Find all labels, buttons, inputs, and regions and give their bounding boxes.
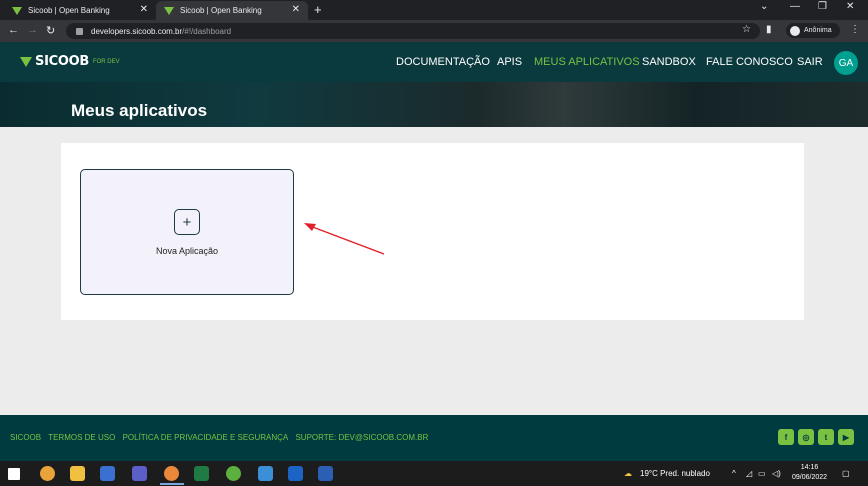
volume-icon[interactable]: ◁) (772, 469, 781, 478)
reload-icon[interactable]: ↻ (46, 24, 55, 37)
page-title: Meus aplicativos (71, 101, 208, 120)
apps-panel: + Nova Aplicação (61, 143, 804, 320)
menu-dots-icon[interactable]: ⋮ (850, 24, 860, 35)
active-indicator (160, 483, 184, 485)
page-hero: Meus aplicativos (0, 82, 868, 127)
logo-mark-icon (20, 56, 32, 67)
back-icon[interactable]: ← (8, 24, 19, 36)
tab-search-icon[interactable]: ⌄ (760, 1, 768, 12)
avatar[interactable]: GA (834, 51, 858, 75)
app-blue-icon[interactable] (258, 466, 273, 481)
browser-tab-2[interactable]: Sicoob | Open Banking ✕ (156, 1, 308, 20)
chrome-incognito-icon[interactable] (164, 466, 179, 481)
profile-label: Anônima (804, 27, 832, 34)
tab-strip: Sicoob | Open Banking ✕ Sicoob | Open Ba… (0, 0, 868, 20)
new-app-label: Nova Aplicação (155, 246, 219, 256)
nav-documentacao[interactable]: DOCUMENTAÇÃO (396, 56, 490, 68)
maximize-icon[interactable]: ❐ (818, 1, 827, 12)
system-clock[interactable]: 14:16 09/06/2022 (792, 463, 827, 483)
nav-meus-aplicativos[interactable]: MEUS APLICATIVOS (534, 56, 640, 68)
footer-link-privacy[interactable]: POLÍTICA DE PRIVACIDADE E SEGURANÇA (123, 433, 289, 442)
incognito-icon (790, 25, 800, 36)
tab-title: Sicoob | Open Banking (28, 6, 110, 15)
sicoob-favicon-icon (12, 6, 22, 15)
notifications-icon[interactable]: ▢ (842, 469, 850, 478)
windows-taskbar: ☁ 19°C Pred. nublado ^ ◿ ▭ ◁) 14:16 09/0… (0, 461, 868, 486)
network-icon[interactable]: ◿ (746, 469, 752, 478)
footer-link-terms[interactable]: TERMOS DE USO (48, 433, 115, 442)
window-close-icon[interactable]: ✕ (846, 1, 854, 12)
star-icon[interactable]: ☆ (742, 24, 751, 35)
nav-apis[interactable]: APIS (497, 56, 522, 68)
windows-start-icon[interactable] (8, 468, 20, 480)
nav-sair[interactable]: SAIR (797, 56, 823, 68)
logo-subtitle: FOR DEV (92, 58, 120, 65)
teams-icon[interactable] (132, 466, 147, 481)
youtube-icon[interactable]: ▶ (838, 429, 854, 445)
instagram-icon[interactable]: ◎ (798, 429, 814, 445)
nav-fale-conosco[interactable]: FALE CONOSCO (706, 56, 793, 68)
profile-button[interactable]: Anônima (786, 23, 840, 38)
browser-tab-1[interactable]: Sicoob | Open Banking ✕ (4, 1, 156, 20)
new-app-card[interactable]: + Nova Aplicação (80, 169, 294, 295)
weather-text[interactable]: 19°C Pred. nublado (640, 469, 710, 478)
tab-title: Sicoob | Open Banking (180, 6, 262, 15)
battery-icon[interactable]: ▭ (758, 469, 766, 478)
word-icon[interactable] (318, 466, 333, 481)
browser-chrome: Sicoob | Open Banking ✕ Sicoob | Open Ba… (0, 0, 868, 42)
footer-links: SICOOB TERMOS DE USO POLÍTICA DE PRIVACI… (10, 433, 433, 442)
footer-link-sicoob[interactable]: SICOOB (10, 433, 41, 442)
clock-time: 14:16 (800, 464, 819, 471)
forward-icon[interactable]: → (27, 24, 38, 36)
clock-date: 09/06/2022 (792, 474, 828, 481)
site-footer: SICOOB TERMOS DE USO POLÍTICA DE PRIVACI… (0, 415, 868, 461)
tray-chevron-icon[interactable]: ^ (732, 469, 736, 478)
app-icon[interactable] (100, 466, 115, 481)
side-panel-icon[interactable]: ▮ (766, 24, 772, 35)
app-header: SICOOB FOR DEV DOCUMENTAÇÃO APIS MEUS AP… (0, 42, 868, 82)
facebook-icon[interactable]: f (778, 429, 794, 445)
twitter-icon[interactable]: t (818, 429, 834, 445)
url-path: /#!/dashboard (182, 26, 232, 36)
file-explorer-icon[interactable] (70, 466, 85, 481)
address-bar-row: ← → ↻ developers.sicoob.com.br/#!/dashbo… (0, 20, 868, 42)
minimize-icon[interactable]: — (790, 1, 800, 12)
main-content: + Nova Aplicação (0, 127, 868, 415)
close-icon[interactable]: ✕ (292, 4, 300, 15)
annotation-arrow-icon (304, 223, 385, 255)
weather-icon: ☁ (624, 469, 632, 478)
close-icon[interactable]: ✕ (140, 4, 148, 15)
lock-icon (76, 27, 83, 35)
logo-text: SICOOB (35, 54, 89, 69)
footer-link-support[interactable]: SUPORTE: DEV@SICOOB.COM.BR (295, 433, 428, 442)
sicoob-favicon-icon (164, 6, 174, 15)
nav-sandbox[interactable]: SANDBOX (642, 56, 696, 68)
outlook-icon[interactable] (288, 466, 303, 481)
url-host: developers.sicoob.com.br (91, 26, 183, 36)
url-input[interactable]: developers.sicoob.com.br/#!/dashboard (66, 23, 760, 39)
excel-icon[interactable] (194, 466, 209, 481)
chrome-icon[interactable] (40, 466, 55, 481)
app-green-icon[interactable] (226, 466, 241, 481)
new-tab-button[interactable]: + (314, 2, 322, 17)
plus-icon: + (174, 209, 200, 235)
sicoob-logo[interactable]: SICOOB FOR DEV (20, 54, 120, 69)
